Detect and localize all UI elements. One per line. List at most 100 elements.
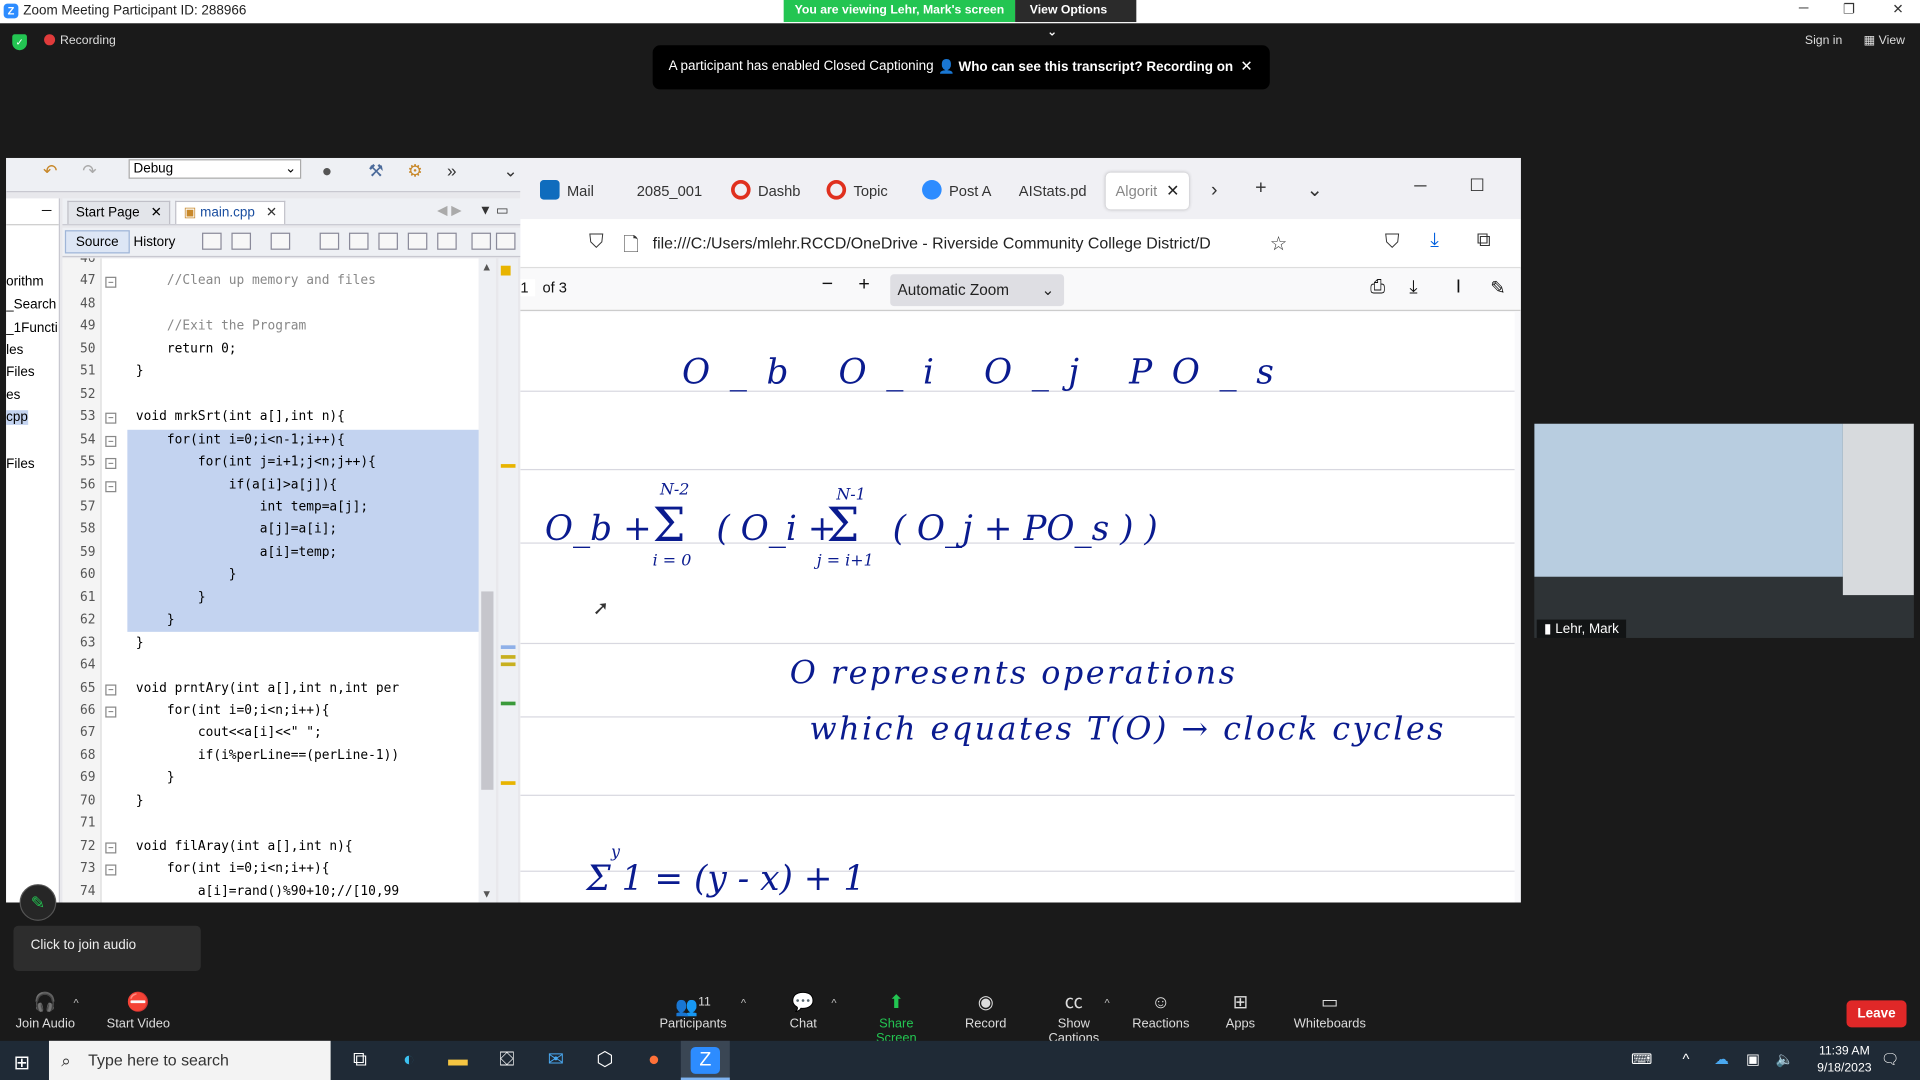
participant-video[interactable]: ▮ Lehr, Mark [1534, 423, 1914, 638]
project-item[interactable]: _Search [6, 298, 56, 313]
history-tab[interactable]: History [133, 231, 175, 253]
close-button[interactable]: ✕ [1880, 1, 1917, 21]
tab-dashboard[interactable]: Dashb [731, 173, 800, 210]
more-icon[interactable] [471, 232, 492, 250]
zoom-taskbar-item[interactable]: Z [680, 1040, 730, 1080]
fold-toggle-icon[interactable]: − [105, 412, 117, 424]
whiteboards-button[interactable]: ▭ Whiteboards [1293, 989, 1366, 1031]
zoom-in-icon[interactable]: + [858, 274, 869, 296]
project-item[interactable]: es [6, 388, 20, 403]
find-icon[interactable] [319, 232, 340, 250]
minimize-panel-icon[interactable]: ─ [6, 198, 59, 226]
find-prev-icon[interactable] [348, 232, 369, 250]
taskbar-clock[interactable]: 11:39 AM 9/18/2023 [1817, 1043, 1871, 1077]
pocket-icon[interactable]: ⛉ [1385, 231, 1400, 253]
captions-caret-icon[interactable]: ^ [1104, 997, 1109, 1009]
fold-toggle-icon[interactable]: − [105, 706, 117, 718]
audio-options-caret-icon[interactable]: ^ [73, 997, 78, 1009]
network-icon[interactable]: ▣ [1746, 1051, 1760, 1068]
annotation-mark[interactable] [500, 701, 516, 706]
text-cursor-icon[interactable]: I [1456, 277, 1461, 298]
save-icon[interactable]: ⤓ [1409, 277, 1417, 298]
download-icon[interactable]: ⤓ [1430, 230, 1439, 252]
annotation-mark[interactable] [500, 662, 516, 667]
hammer-icon[interactable]: ⚒ [366, 160, 386, 180]
fold-toggle-icon[interactable]: − [105, 458, 117, 470]
draw-icon[interactable]: ✎ [1490, 277, 1505, 299]
tab-start-page[interactable]: Start Page ✕ [67, 200, 171, 225]
fold-toggle-icon[interactable]: − [105, 277, 117, 289]
error-stripe[interactable] [498, 258, 518, 903]
globe-icon[interactable]: ● [317, 160, 337, 180]
windows-start-icon[interactable]: ⊞ [13, 1051, 29, 1075]
tab-topic[interactable]: Topic [826, 173, 888, 210]
tab-algorithm[interactable]: Algorit ✕ [1105, 172, 1190, 210]
participants-button[interactable]: 👥11 Participants [656, 989, 729, 1032]
fold-toggle-icon[interactable]: − [105, 842, 117, 854]
volume-icon[interactable]: 🔈 [1776, 1051, 1794, 1068]
undo-icon[interactable]: ↶ [40, 160, 60, 180]
project-item[interactable]: Files [6, 365, 34, 380]
chat-caret-icon[interactable]: ^ [831, 997, 836, 1009]
sign-in-button[interactable]: Sign in [1805, 34, 1842, 47]
scroll-tabs-icon[interactable]: ◀ ▶ [437, 202, 461, 218]
tab-list-icon[interactable]: ⌄ [1307, 178, 1323, 202]
join-audio-tooltip[interactable]: Click to join audio [13, 925, 201, 972]
project-item[interactable]: les [6, 343, 23, 358]
tab-scroll-right-icon[interactable]: › [1211, 180, 1218, 202]
onedrive-icon[interactable]: ☁ [1714, 1051, 1729, 1068]
keyboard-icon[interactable]: ⌨ [1631, 1051, 1652, 1068]
back-icon[interactable] [202, 232, 222, 250]
fold-toggle-icon[interactable]: − [105, 435, 117, 447]
share-screen-button[interactable]: ⬆ Share Screen [860, 989, 933, 1046]
tab-post[interactable]: Post A [922, 173, 991, 210]
mail-icon[interactable]: ✉ [541, 1047, 570, 1074]
join-audio-button[interactable]: 🎧 Join Audio [15, 989, 76, 1031]
fold-toggle-icon[interactable]: − [105, 683, 117, 695]
forward-icon[interactable] [270, 232, 291, 250]
clean-build-icon[interactable]: ⚙ [405, 160, 425, 180]
recording-indicator[interactable]: Recording [44, 34, 116, 48]
tab-mail[interactable]: Mail [540, 173, 594, 210]
tab-2085[interactable]: 2085_001 [637, 173, 702, 210]
chevron-down-icon[interactable]: ⌄ [501, 160, 521, 180]
fold-toggle-icon[interactable]: − [105, 480, 117, 492]
restore-button[interactable]: ❐ [1831, 1, 1868, 21]
selection-icon[interactable] [437, 232, 457, 250]
project-item-selected[interactable]: cpp [6, 410, 28, 425]
edge-icon[interactable]: ◐ [394, 1047, 423, 1074]
participants-caret-icon[interactable]: ^ [741, 997, 746, 1009]
close-icon[interactable]: ✕ [151, 206, 162, 221]
url-input[interactable]: file:///C:/Users/mlehr.RCCD/OneDrive - R… [653, 234, 1255, 252]
tab-main-cpp[interactable]: ▣ main.cpp ✕ [175, 200, 286, 225]
bookmark-star-icon[interactable]: ☆ [1270, 231, 1288, 255]
minimize-button[interactable]: ─ [1785, 1, 1822, 21]
chat-button[interactable]: 💬 Chat [784, 989, 823, 1031]
start-video-button[interactable]: ⛔ Start Video [105, 989, 171, 1031]
scroll-down-icon[interactable]: ▼ [481, 888, 492, 900]
apps-button[interactable]: ⊞ Apps [1222, 989, 1259, 1031]
shield-icon[interactable]: ⛉ [589, 231, 604, 253]
view-options-button[interactable]: View Options ⌄ [1015, 0, 1137, 39]
task-view-icon[interactable]: ⧉ [345, 1047, 374, 1074]
code-editor[interactable]: 4647− //Clean up memory and files4849 //… [62, 258, 479, 903]
zoom-select[interactable]: Automatic Zoom ⌄ [890, 274, 1065, 307]
extensions-icon[interactable]: ⧉ [1477, 230, 1491, 252]
tab-aistats[interactable]: AIStats.pd [1019, 173, 1087, 210]
zoom-out-icon[interactable]: − [822, 274, 833, 296]
file-explorer-icon[interactable]: ▬ [443, 1047, 472, 1074]
store-icon[interactable]: ⛋ [492, 1047, 521, 1074]
print-icon[interactable]: ⎙ [1370, 277, 1385, 298]
new-tab-icon[interactable]: + [1255, 178, 1266, 200]
config-select[interactable]: Debug ⌄ [128, 159, 302, 179]
close-icon[interactable]: ✕ [1240, 58, 1252, 75]
source-tab[interactable]: Source [64, 230, 130, 254]
leave-button[interactable]: Leave [1846, 1000, 1907, 1028]
toggle-icon[interactable] [231, 232, 252, 250]
fold-toggle-icon[interactable]: − [105, 864, 117, 876]
taskbar-search[interactable]: ⌕ Type here to search [48, 1040, 331, 1080]
redo-icon[interactable]: ↷ [80, 160, 100, 180]
close-icon[interactable]: ✕ [266, 206, 277, 221]
record-button[interactable]: ◉ Record [962, 989, 1009, 1031]
annotation-mark[interactable] [500, 645, 516, 649]
